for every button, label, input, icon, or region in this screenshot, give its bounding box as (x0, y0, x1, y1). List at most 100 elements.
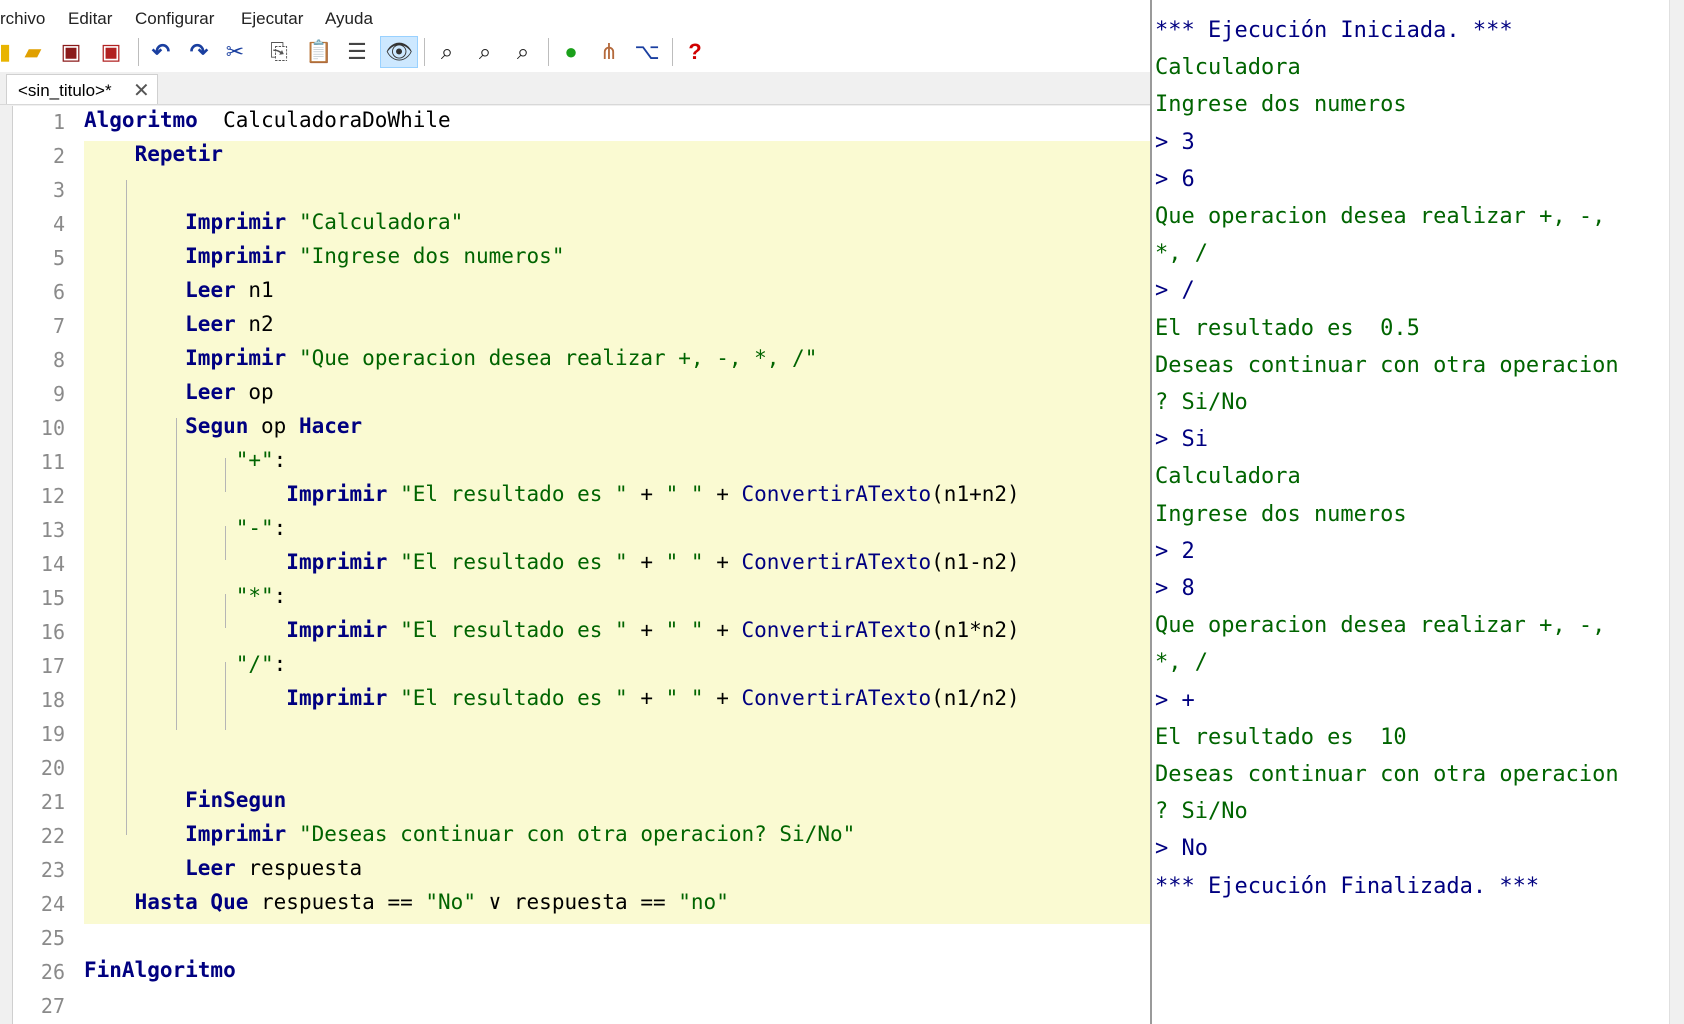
line-number: 15 (40, 586, 65, 610)
menu-bar: rchivo Editar Configurar Ejecutar Ayuda (0, 0, 1150, 34)
menu-ayuda[interactable]: Ayuda (325, 9, 373, 29)
code-token: Hacer (298, 414, 363, 438)
editor-window: rchivo Editar Configurar Ejecutar Ayuda … (0, 0, 1150, 1024)
code-token: op (235, 380, 274, 404)
line-number: 12 (40, 484, 65, 508)
new-file-icon[interactable]: ▮ (0, 36, 20, 68)
console-line: > 2 (1155, 538, 1195, 564)
code-token: Leer (185, 312, 236, 336)
console-line: Ingrese dos numeros (1155, 501, 1407, 527)
code-token: Leer (185, 856, 236, 880)
code-token: (n1/n2) (931, 686, 1020, 710)
code-token: Algoritmo (84, 108, 198, 132)
code-line: Leer n2 (84, 312, 274, 336)
code-token: "El resultado es " (400, 482, 628, 506)
menu-ejecutar[interactable]: Ejecutar (241, 9, 303, 29)
line-number: 19 (40, 722, 65, 746)
line-number: 23 (40, 858, 65, 882)
run-icon[interactable]: ● (556, 36, 586, 68)
code-token: Imprimir (286, 686, 388, 710)
console-line: Calculadora (1155, 464, 1301, 490)
line-number: 2 (52, 144, 65, 168)
code-token: "No" (425, 890, 476, 914)
console-line: ? Si/No (1155, 799, 1248, 825)
line-number: 4 (52, 212, 65, 236)
paste-icon[interactable]: 📋 (304, 36, 334, 68)
console-window[interactable]: *** Ejecución Iniciada. *** Calculadora In… (1150, 0, 1684, 1024)
code-line: Segun op Hacer (84, 414, 362, 438)
code-token: "/" (235, 652, 274, 676)
code-token: ConvertirATexto (741, 686, 932, 710)
code-line: Imprimir "Ingrese dos numeros" (84, 244, 564, 268)
open-folder-icon[interactable]: ▰ (18, 36, 48, 68)
tab-sin-titulo[interactable]: <sin_titulo>* ✕ (6, 74, 158, 104)
code-token: " " (665, 550, 704, 574)
code-token: "Calculadora" (298, 210, 464, 234)
step-by-step-eye-icon[interactable]: 👁 (380, 36, 418, 68)
edit-selection-icon[interactable]: ☰ (342, 36, 372, 68)
line-number: 11 (40, 450, 65, 474)
find-icon[interactable]: ⌕ (432, 36, 462, 68)
console-line: > + (1155, 687, 1195, 713)
console-line: El resultado es 0.5 (1155, 315, 1420, 341)
code-token: "+" (235, 448, 274, 472)
line-number: 8 (52, 348, 65, 372)
code-token: "-" (235, 516, 274, 540)
close-icon[interactable]: ✕ (133, 78, 150, 103)
code-token: (n1-n2) (931, 550, 1020, 574)
console-line: > / (1155, 278, 1195, 304)
code-token: : (273, 516, 287, 540)
code-token: respuesta (235, 856, 363, 880)
code-line: Algoritmo CalculadoraDoWhile (84, 108, 451, 132)
line-number: 16 (40, 620, 65, 644)
undo-icon[interactable]: ↶ (146, 36, 176, 68)
code-token: respuesta == (248, 890, 426, 914)
code-token: CalculadoraDoWhile (197, 108, 451, 132)
line-number: 3 (52, 178, 65, 202)
console-line: > Si (1155, 427, 1208, 453)
redo-icon[interactable]: ↷ (184, 36, 214, 68)
line-number: 24 (40, 892, 65, 916)
code-token: + (627, 618, 666, 642)
menu-archivo[interactable]: rchivo (0, 9, 45, 29)
line-number: 20 (40, 756, 65, 780)
code-token: + (703, 482, 742, 506)
console-line: Calculadora (1155, 55, 1301, 81)
code-token: (n1+n2) (931, 482, 1020, 506)
code-token: Leer (185, 380, 236, 404)
code-token: Imprimir (185, 210, 287, 234)
save-icon[interactable]: ▣ (56, 36, 86, 68)
code-editor[interactable]: 1 Algoritmo CalculadoraDoWhile 2 Repetir 3 4… (12, 106, 1150, 1024)
copy-icon[interactable]: ⎘ (264, 36, 294, 68)
code-token: "Deseas continuar con otra operacion? Si… (298, 822, 856, 846)
line-number: 10 (40, 416, 65, 440)
console-line: Que operacion desea realizar +, -, (1155, 613, 1606, 639)
code-token: + (627, 686, 666, 710)
code-token: n1 (235, 278, 274, 302)
console-line: Deseas continuar con otra operacion (1155, 352, 1619, 378)
code-line: Imprimir "El resultado es " + " " + Conv… (84, 618, 1019, 642)
help-icon[interactable]: ? (680, 36, 710, 68)
code-token: FinAlgoritmo (84, 958, 236, 982)
step-run-icon[interactable]: ⋔ (594, 36, 624, 68)
console-line: El resultado es 10 (1155, 724, 1407, 750)
flowchart-icon[interactable]: ⌥ (632, 36, 662, 68)
cut-icon[interactable]: ✂ (220, 36, 250, 68)
menu-editar[interactable]: Editar (68, 9, 112, 29)
code-line: FinAlgoritmo (84, 958, 236, 982)
save-as-icon[interactable]: ▣ (96, 36, 126, 68)
find-previous-icon[interactable]: ⌕ (470, 36, 500, 68)
menu-configurar[interactable]: Configurar (135, 9, 214, 29)
code-line: Imprimir "Que operacion desea realizar +… (84, 346, 817, 370)
find-next-icon[interactable]: ⌕ (508, 36, 538, 68)
console-scrollbar[interactable] (1669, 0, 1684, 1024)
code-token: + (627, 550, 666, 574)
